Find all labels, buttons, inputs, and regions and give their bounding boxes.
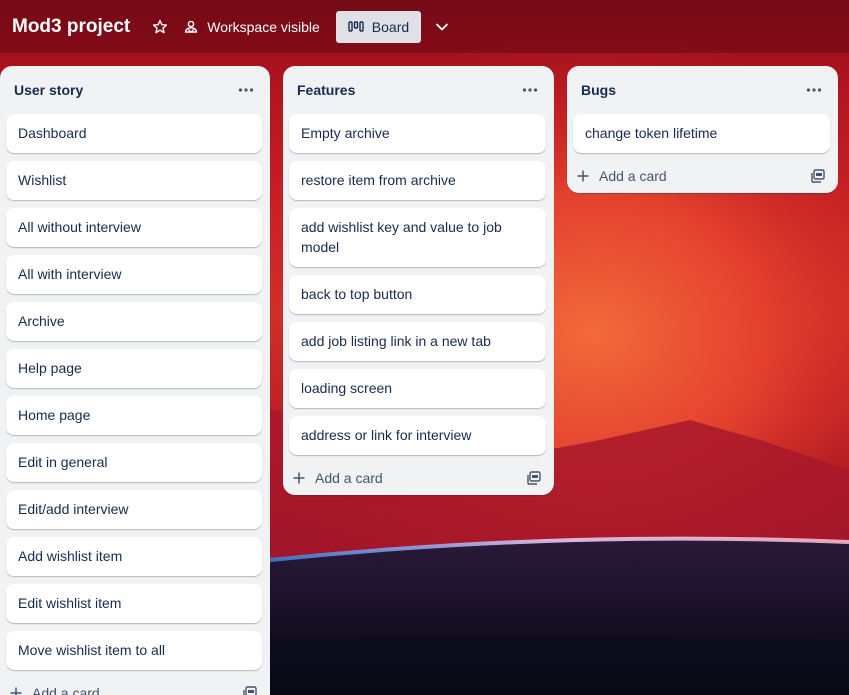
card[interactable]: Move wishlist item to all <box>6 631 262 670</box>
card[interactable]: loading screen <box>289 369 546 408</box>
card[interactable]: Home page <box>6 396 262 435</box>
card[interactable]: Empty archive <box>289 114 546 153</box>
list-features: Features Empty archive restore item from… <box>283 66 554 495</box>
board-header: Mod3 project Workspace visible Board <box>0 0 849 53</box>
card[interactable]: Edit/add interview <box>6 490 262 529</box>
card[interactable]: Wishlist <box>6 161 262 200</box>
template-icon <box>811 169 825 183</box>
card[interactable]: restore item from archive <box>289 161 546 200</box>
template-icon <box>243 686 257 695</box>
people-icon <box>185 20 198 33</box>
card-list: change token lifetime <box>567 114 838 153</box>
add-card-label: Add a card <box>599 168 667 184</box>
template-icon <box>527 471 541 485</box>
add-card-label: Add a card <box>315 470 383 486</box>
card-list: Dashboard Wishlist All without interview… <box>0 114 270 670</box>
card[interactable]: Dashboard <box>6 114 262 153</box>
card[interactable]: add wishlist key and value to job model <box>289 208 546 267</box>
list-user-story: User story Dashboard Wishlist All withou… <box>0 66 270 695</box>
card[interactable]: All with interview <box>6 255 262 294</box>
card[interactable]: All without interview <box>6 208 262 247</box>
card-list: Empty archive restore item from archive … <box>283 114 554 455</box>
card[interactable]: add job listing link in a new tab <box>289 322 546 361</box>
plus-icon <box>10 687 22 695</box>
add-card-button[interactable]: Add a card <box>10 685 100 695</box>
list-header: Bugs <box>567 66 838 114</box>
more-icon <box>522 88 538 92</box>
board-view-button[interactable]: Board <box>335 10 422 43</box>
list-header: User story <box>0 66 270 114</box>
card[interactable]: Edit in general <box>6 443 262 482</box>
more-icon <box>806 88 822 92</box>
create-from-template-button[interactable] <box>526 470 542 486</box>
card[interactable]: Archive <box>6 302 262 341</box>
card[interactable]: Help page <box>6 349 262 388</box>
list-footer: Add a card <box>0 676 270 695</box>
add-card-button[interactable]: Add a card <box>293 470 383 486</box>
add-card-label: Add a card <box>32 685 100 695</box>
board-title[interactable]: Mod3 project <box>12 12 130 42</box>
card[interactable]: Edit wishlist item <box>6 584 262 623</box>
chevron-down-icon <box>436 23 449 30</box>
list-menu-button[interactable] <box>518 78 542 102</box>
list-menu-button[interactable] <box>234 78 258 102</box>
view-label: Board <box>371 18 410 35</box>
plus-icon <box>577 170 589 182</box>
list-menu-button[interactable] <box>802 78 826 102</box>
visibility-label: Workspace visible <box>207 18 320 35</box>
list-bugs: Bugs change token lifetime Add a card <box>567 66 838 193</box>
more-icon <box>238 88 254 92</box>
view-switcher-button[interactable] <box>431 11 453 43</box>
create-from-template-button[interactable] <box>810 168 826 184</box>
add-card-button[interactable]: Add a card <box>577 168 667 184</box>
plus-icon <box>293 472 305 484</box>
list-footer: Add a card <box>283 461 554 495</box>
list-title[interactable]: User story <box>14 82 83 98</box>
list-title[interactable]: Features <box>297 82 355 98</box>
list-footer: Add a card <box>567 159 838 193</box>
star-button[interactable] <box>150 11 170 43</box>
list-header: Features <box>283 66 554 114</box>
list-title[interactable]: Bugs <box>581 82 616 98</box>
card[interactable]: address or link for interview <box>289 416 546 455</box>
star-icon <box>153 19 168 33</box>
visibility-button[interactable]: Workspace visible <box>183 11 320 43</box>
card[interactable]: change token lifetime <box>573 114 830 153</box>
card[interactable]: back to top button <box>289 275 546 314</box>
create-from-template-button[interactable] <box>242 685 258 695</box>
board-icon <box>348 20 364 32</box>
card[interactable]: Add wishlist item <box>6 537 262 576</box>
